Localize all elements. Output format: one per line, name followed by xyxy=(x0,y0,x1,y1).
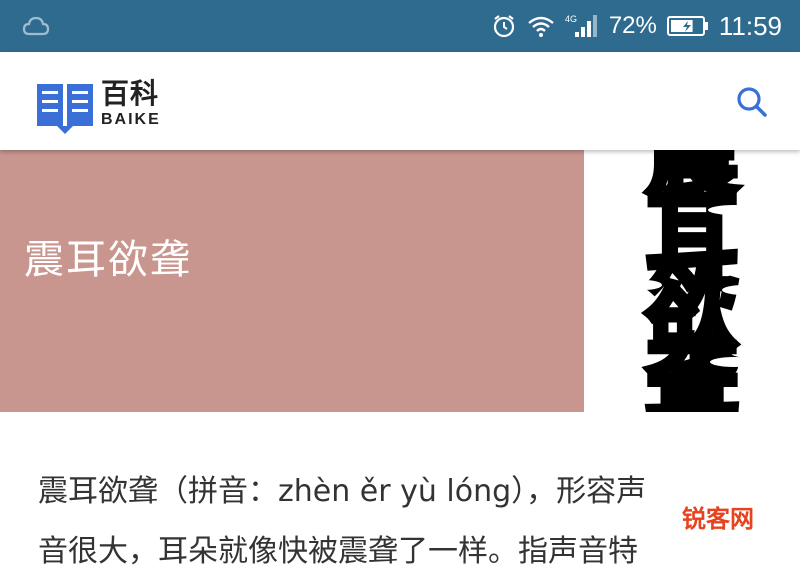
logo-cn: 百科 xyxy=(101,77,160,110)
wifi-icon xyxy=(527,14,555,38)
search-button[interactable] xyxy=(734,84,770,120)
clock-time: 11:59 xyxy=(718,11,782,41)
search-icon xyxy=(737,87,767,117)
article-line: 震耳欲聋（拼音：zhèn ěr yù lóng），形容声 xyxy=(38,474,647,509)
logo-en: BAIKE xyxy=(101,111,161,128)
baike-logo[interactable]: 百科 BAIKE xyxy=(35,78,161,134)
status-bar: 4G 72% 11:59 xyxy=(0,0,800,52)
article-line: 音很大，耳朵就像快被震聋了一样。指声音特 xyxy=(38,534,638,569)
alarm-icon xyxy=(491,13,517,39)
book-icon xyxy=(35,78,95,134)
network-type: 4G xyxy=(565,14,577,24)
app-header: 百科 BAIKE xyxy=(0,52,800,150)
idiom-artwork: 震 耳 欲 聋 xyxy=(602,150,766,412)
cloud-icon xyxy=(22,14,50,38)
signal-icon: 4G xyxy=(565,13,599,39)
article-body: 震耳欲聋（拼音：zhèn ěr yù lóng），形容声 音很大，耳朵就像快被震… xyxy=(38,462,778,582)
art-char: 聋 xyxy=(646,327,738,412)
battery-percent: 72% xyxy=(608,12,657,39)
battery-icon xyxy=(666,15,709,37)
hero-banner: 震耳欲聋 xyxy=(0,150,584,412)
hero-image: 震 耳 欲 聋 xyxy=(584,150,800,412)
status-indicators: 4G 72% 11:59 xyxy=(491,0,782,52)
logo-text: 百科 BAIKE xyxy=(101,78,161,130)
hero: 震耳欲聋 震 耳 欲 聋 xyxy=(0,150,800,412)
hero-title: 震耳欲聋 xyxy=(24,237,192,283)
watermark: 锐客网 xyxy=(678,503,758,535)
